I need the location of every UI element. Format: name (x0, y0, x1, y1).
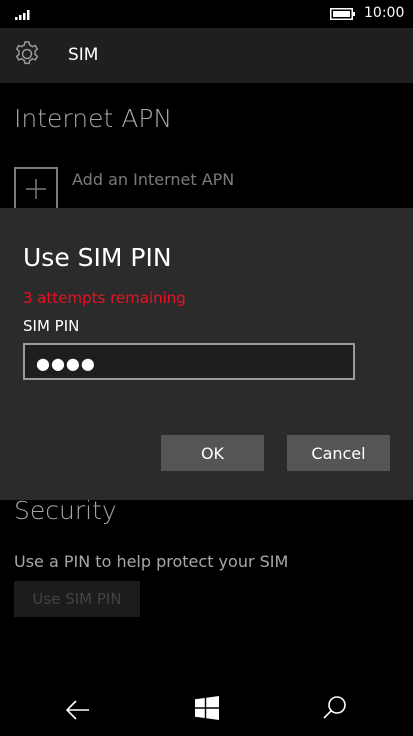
sim-pin-dialog: Use SIM PIN 3 attempts remaining SIM PIN… (0, 208, 413, 500)
sim-pin-label: SIM PIN (23, 317, 80, 335)
attempts-remaining-warning: 3 attempts remaining (23, 289, 186, 307)
sim-pin-input[interactable] (23, 343, 355, 380)
signal-icon (15, 10, 30, 20)
back-arrow-icon[interactable] (65, 697, 91, 723)
status-bar: 10:00 (0, 0, 413, 28)
app-header: SIM (0, 28, 413, 83)
battery-icon (330, 8, 355, 20)
navigation-bar (0, 683, 413, 736)
status-time: 10:00 (364, 5, 405, 21)
page-title: SIM (68, 45, 99, 65)
cancel-button[interactable]: Cancel (287, 435, 390, 471)
ok-button[interactable]: OK (161, 435, 264, 471)
windows-start-icon[interactable] (195, 696, 219, 720)
dialog-title: Use SIM PIN (23, 243, 172, 272)
gear-icon[interactable] (13, 40, 41, 68)
search-icon[interactable] (322, 695, 348, 721)
